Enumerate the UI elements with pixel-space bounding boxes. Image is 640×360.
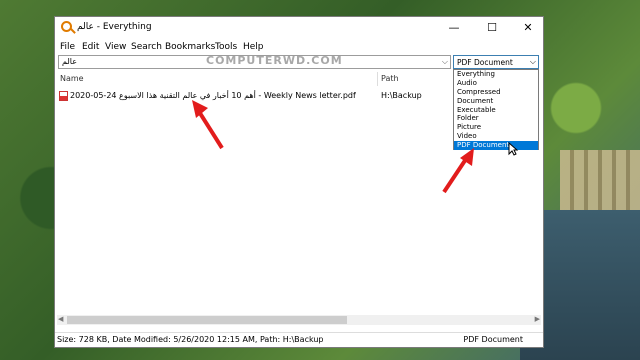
scroll-thumb[interactable]	[67, 316, 347, 324]
filter-option[interactable]: Document	[454, 97, 538, 106]
close-button[interactable]: ✕	[513, 20, 543, 36]
column-divider[interactable]	[377, 72, 378, 86]
filter-option[interactable]: Compressed	[454, 88, 538, 97]
search-query[interactable]: عالم	[62, 57, 77, 66]
filter-select[interactable]: PDF Document ⌵	[453, 55, 539, 69]
scroll-left-icon[interactable]: ◀	[58, 315, 63, 323]
red-arrow-icon	[442, 148, 474, 194]
filter-option[interactable]: Video	[454, 132, 538, 141]
column-name[interactable]: Name	[60, 74, 84, 83]
table-row[interactable]: 2020-05-24 أهم 10 أخبار في عالم التقنية …	[57, 89, 453, 103]
magnifier-icon	[61, 21, 72, 32]
status-filter: PDF Document	[463, 335, 523, 344]
status-bar: Size: 728 KB, Date Modified: 5/26/2020 1…	[55, 332, 543, 347]
menu-view[interactable]: View	[105, 42, 126, 52]
filter-option[interactable]: Folder	[454, 114, 538, 123]
menu-edit[interactable]: Edit	[82, 42, 99, 52]
horizontal-scrollbar[interactable]: ◀ ▶	[57, 315, 541, 325]
results-header: Name Path	[57, 72, 453, 86]
pdf-icon	[59, 91, 68, 101]
menu-file[interactable]: File	[60, 42, 75, 52]
chevron-down-icon[interactable]: ⌵	[442, 57, 448, 67]
menu-search[interactable]: Search	[131, 42, 162, 52]
mouse-cursor-icon	[508, 142, 518, 156]
minimize-button[interactable]: —	[439, 20, 469, 36]
red-arrow-icon	[192, 100, 224, 150]
status-details: Size: 728 KB, Date Modified: 5/26/2020 1…	[57, 335, 324, 344]
result-path[interactable]: H:\Backup	[381, 91, 422, 100]
menu-help[interactable]: Help	[243, 42, 264, 52]
scroll-right-icon[interactable]: ▶	[535, 315, 540, 323]
window-title: عالم - Everything	[77, 22, 152, 32]
chevron-down-icon[interactable]: ⌵	[530, 57, 536, 67]
filter-selected[interactable]: PDF Document	[457, 58, 513, 67]
menu-bar: File Edit View Search Bookmarks Tools He…	[55, 39, 543, 55]
filter-option[interactable]: Executable	[454, 106, 538, 115]
menu-tools[interactable]: Tools	[215, 42, 237, 52]
filter-dropdown: Everything Audio Compressed Document Exe…	[453, 69, 539, 151]
watermark: COMPUTERWD.COM	[206, 54, 343, 67]
filter-option[interactable]: Audio	[454, 79, 538, 88]
column-path[interactable]: Path	[381, 74, 399, 83]
filter-option[interactable]: Everything	[454, 70, 538, 79]
maximize-button[interactable]: ☐	[477, 20, 507, 36]
filter-option[interactable]: Picture	[454, 123, 538, 132]
title-bar[interactable]: عالم - Everything — ☐ ✕	[55, 17, 543, 39]
menu-bookmarks[interactable]: Bookmarks	[165, 42, 215, 52]
